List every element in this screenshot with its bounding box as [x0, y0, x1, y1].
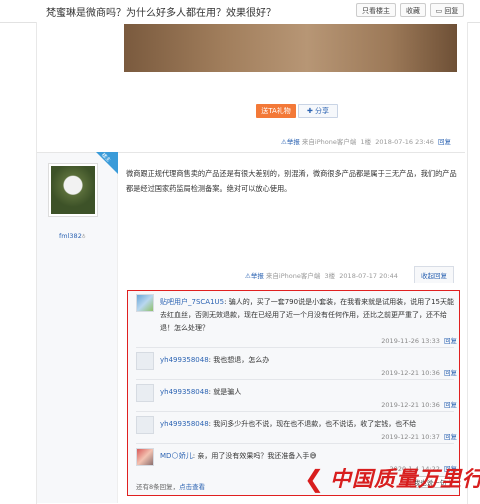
- post-meta: ⚠举报 来自iPhone客户端 1楼 2018-07-16 23:46 回复: [281, 136, 451, 146]
- post-image[interactable]: [124, 24, 457, 72]
- divider: [136, 379, 454, 380]
- reply-link[interactable]: 回复: [444, 433, 457, 441]
- list-item: 贴吧用户_7SCA1U5: 骗人的，买了一套790说是小套装，在我看来就是试用装…: [136, 294, 454, 334]
- reply-username[interactable]: yh499358048: [160, 356, 209, 364]
- reply-username[interactable]: MD🌕娇儿: [160, 452, 193, 460]
- reply-link[interactable]: 回复: [444, 401, 457, 409]
- send-gift-button[interactable]: 送TA礼物: [256, 104, 296, 118]
- thread-title: 梵蜜琳是微商吗？为什么好多人都在用？效果很好？: [46, 8, 276, 19]
- avatar[interactable]: [136, 416, 154, 434]
- reply-meta: 2019-12-21 10:37 回复: [381, 433, 457, 441]
- avatar[interactable]: [136, 352, 154, 370]
- watermark-mark-icon: ❮: [304, 465, 325, 493]
- divider: [136, 411, 454, 412]
- reply-username[interactable]: 贴吧用户_7SCA1U5: [160, 298, 224, 306]
- more-replies: 还有8条回复，点击查看: [136, 483, 206, 491]
- post-body: 微商跟正规代理商售卖的产品还是有很大差别的，别混淆，微商很多产品都是属于三无产品…: [126, 169, 457, 193]
- reply-username[interactable]: yh499358048: [160, 420, 209, 428]
- only-op-button[interactable]: 只看楼主: [356, 3, 396, 17]
- reply-button-label: 回复: [444, 7, 459, 15]
- collapse-replies-button[interactable]: 收起回复: [414, 266, 454, 283]
- gender-icon: ♁: [81, 234, 86, 240]
- reply-text: 我问多少升也不说，现在也不退款，也不说话，收了定钱，也不给: [213, 420, 417, 428]
- watermark-text: 中国质量万里行: [330, 466, 480, 491]
- avatar[interactable]: [48, 163, 98, 217]
- reply-username[interactable]: yh499358048: [160, 388, 209, 396]
- floor-number: 1楼: [360, 138, 372, 146]
- thread-header: 梵蜜琳是微商吗？为什么好多人都在用？效果很好？ 只看楼主 收藏 ▭ 回复: [0, 0, 480, 23]
- avatar[interactable]: [136, 448, 154, 466]
- comment-icon: ▭: [435, 7, 443, 15]
- reply-text: 我也想退，怎么办: [213, 356, 270, 364]
- reply-text: 亲，用了没有效果吗？我还准备入手😅: [197, 452, 317, 460]
- report-link[interactable]: 举报: [251, 272, 264, 280]
- divider: [136, 443, 454, 444]
- reply-link[interactable]: 回复: [444, 337, 457, 345]
- post-meta: ⚠举报 来自iPhone客户端 3楼 2018-07-17 20:44: [245, 270, 398, 280]
- divider: [136, 347, 454, 348]
- post-time: 2018-07-17 20:44: [339, 272, 398, 280]
- post-source: 来自iPhone客户端: [265, 272, 321, 280]
- avatar[interactable]: [136, 384, 154, 402]
- reply-meta: 2019-12-21 10:36 回复: [381, 369, 457, 377]
- username[interactable]: fml382♁: [59, 232, 86, 240]
- reply-button[interactable]: ▭ 回复: [430, 3, 464, 17]
- plus-icon: ✚: [306, 107, 313, 115]
- reply-text: 就是骗人: [213, 388, 242, 396]
- reply-meta: 2019-11-26 13:33 回复: [381, 337, 457, 345]
- favorite-button[interactable]: 收藏: [400, 3, 426, 17]
- share-label: 分享: [315, 107, 330, 115]
- share-button[interactable]: ✚ 分享: [298, 104, 338, 118]
- floor-number: 3楼: [324, 272, 336, 280]
- view-more-link[interactable]: 点击查看: [179, 483, 205, 491]
- report-link[interactable]: 举报: [287, 138, 300, 146]
- reply-link[interactable]: 回复: [438, 138, 451, 146]
- post-time: 2018-07-16 23:46: [375, 138, 434, 146]
- reply-link[interactable]: 回复: [444, 369, 457, 377]
- post-source: 来自iPhone客户端: [301, 138, 357, 146]
- watermark-logo: ❮ 中国质量万里行: [302, 459, 480, 502]
- avatar[interactable]: [136, 294, 154, 312]
- reply-meta: 2019-12-21 10:36 回复: [381, 401, 457, 409]
